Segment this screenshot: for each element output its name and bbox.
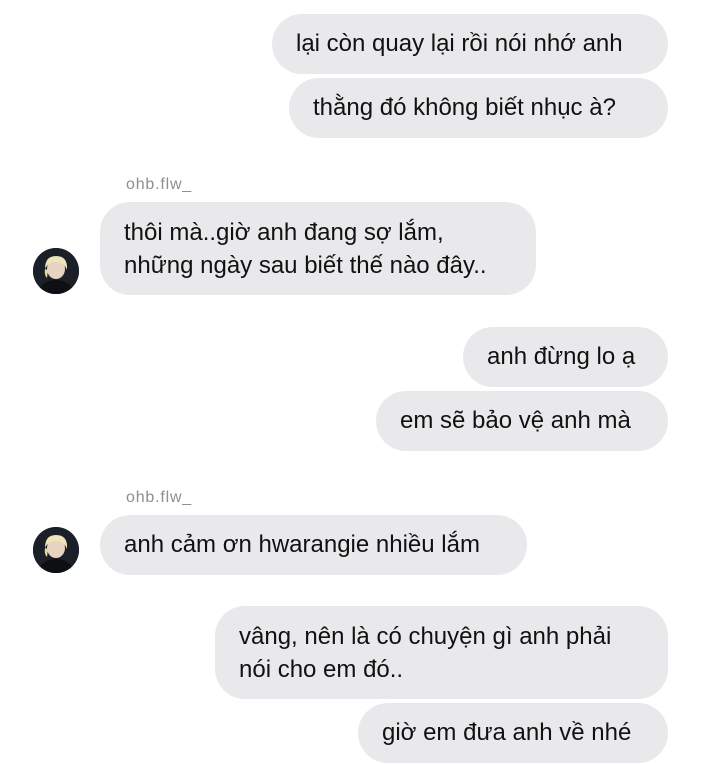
message-bubble-outgoing[interactable]: giờ em đưa anh về nhé <box>358 703 668 763</box>
message-text: anh đừng lo ạ <box>487 343 636 370</box>
avatar[interactable] <box>33 248 79 294</box>
message-text: lại còn quay lại rồi nói nhớ anh <box>296 30 623 57</box>
message-bubble-outgoing[interactable]: lại còn quay lại rồi nói nhớ anh <box>272 14 668 74</box>
message-text: em sẽ bảo vệ anh mà <box>400 407 631 434</box>
message-bubble-outgoing[interactable]: em sẽ bảo vệ anh mà <box>376 391 668 451</box>
message-bubble-outgoing[interactable]: vâng, nên là có chuyện gì anh phải nói c… <box>215 606 668 699</box>
sender-name: ohb.flw_ <box>126 176 192 193</box>
message-text-line: nói cho em đó.. <box>239 656 404 683</box>
sender-name: ohb.flw_ <box>126 489 192 506</box>
message-bubble-incoming[interactable]: thôi mà..giờ anh đang sợ lắm, những ngày… <box>100 202 536 295</box>
message-text: thằng đó không biết nhục à? <box>313 94 616 121</box>
message-text: anh cảm ơn hwarangie nhiều lắm <box>124 531 480 558</box>
message-bubble-outgoing[interactable]: anh đừng lo ạ <box>463 327 668 387</box>
message-bubble-outgoing[interactable]: thằng đó không biết nhục à? <box>289 78 668 138</box>
chat-thread: lại còn quay lại rồi nói nhớ anh thằng đ… <box>0 0 720 764</box>
message-text-line: thôi mà..giờ anh đang sợ lắm, <box>124 219 444 246</box>
message-text-line: vâng, nên là có chuyện gì anh phải <box>239 623 612 650</box>
message-bubble-incoming[interactable]: anh cảm ơn hwarangie nhiều lắm <box>100 515 527 575</box>
message-text-line: những ngày sau biết thế nào đây.. <box>124 252 487 279</box>
message-text: giờ em đưa anh về nhé <box>382 719 632 746</box>
avatar[interactable] <box>33 527 79 573</box>
person-avatar-icon <box>33 248 79 294</box>
person-avatar-icon <box>33 527 79 573</box>
